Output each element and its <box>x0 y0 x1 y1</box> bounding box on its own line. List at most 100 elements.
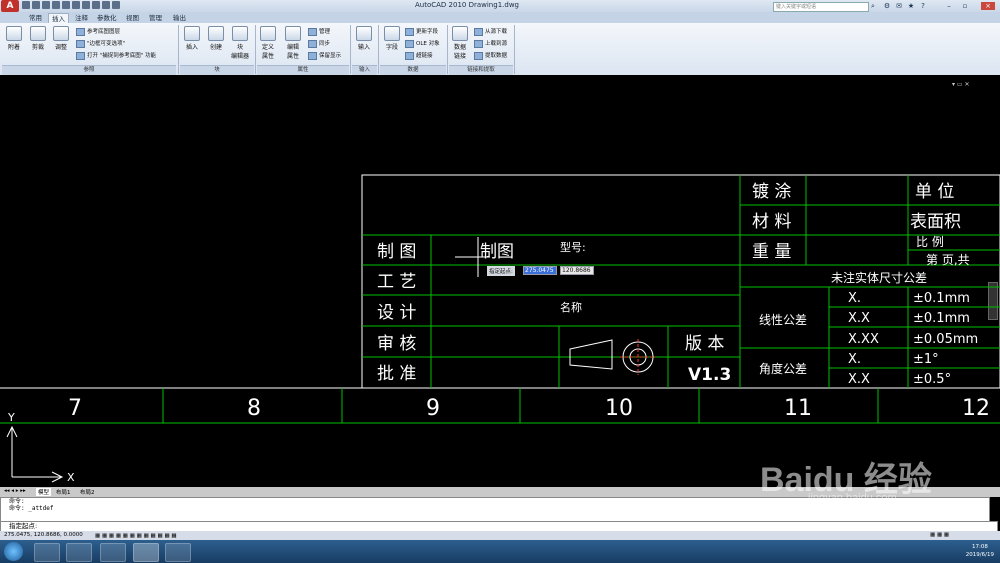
dynamic-input-prompt: 指定起点: <box>487 266 515 276</box>
snap-icon <box>76 51 85 60</box>
manage-attributes-button[interactable]: 管理 <box>308 27 330 36</box>
group-link-label: 链接和提取 <box>449 65 513 75</box>
ruler-number: 10 <box>605 396 633 421</box>
draw-attribute-text[interactable]: 制图 <box>480 242 514 262</box>
lin-tol-2-val: ±0.05mm <box>913 332 978 347</box>
update-field-button[interactable]: 更新字段 <box>405 27 438 36</box>
lin-tol-2-key: X.XX <box>848 332 879 347</box>
command-history-line: 命令: _attdef <box>9 505 54 512</box>
label-model: 型号: <box>560 240 586 254</box>
media-player-icon[interactable] <box>66 543 92 562</box>
download-source-button[interactable]: 从源下载 <box>474 27 507 36</box>
explorer-icon[interactable] <box>100 543 126 562</box>
tab-model[interactable]: 模型 <box>36 488 52 496</box>
subscription-icon[interactable]: ⚙ <box>883 2 891 10</box>
divider <box>514 25 515 74</box>
group-attributes-label: 属性 <box>257 65 349 75</box>
label-design: 设 计 <box>377 303 416 323</box>
clock-date: 2019/6/19 <box>965 552 994 558</box>
version-value: V1.3 <box>688 365 731 385</box>
tab-output[interactable]: 输出 <box>170 13 189 23</box>
favorites-icon[interactable]: ★ <box>907 2 915 10</box>
app-menu-button[interactable]: A <box>1 0 19 12</box>
ucs-y-label: Y <box>7 411 15 424</box>
ang-tol-0-val: ±1° <box>913 352 939 367</box>
app-taskbar-icon[interactable] <box>165 543 191 562</box>
field-button[interactable]: 字段 <box>382 26 402 51</box>
data-link-icon <box>452 26 468 41</box>
edit-attribute-button[interactable]: 编辑 属性 <box>283 26 303 60</box>
define-attribute-button[interactable]: 定义 属性 <box>258 26 278 60</box>
block-editor-icon <box>232 26 248 41</box>
label-surface-area: 表面积 <box>910 212 961 232</box>
ole-icon <box>405 39 414 48</box>
tab-annotate[interactable]: 注释 <box>72 13 91 23</box>
create-block-button[interactable]: 创建 <box>206 26 226 51</box>
edit-attribute-icon <box>285 26 301 41</box>
label-review: 审 核 <box>377 334 416 354</box>
ruler-number: 12 <box>962 396 990 421</box>
upload-icon <box>474 39 483 48</box>
underlay-layers-button[interactable]: 参考底图图层 <box>76 27 120 36</box>
upload-source-button[interactable]: 上载到源 <box>474 39 507 48</box>
ie-icon[interactable] <box>34 543 60 562</box>
quick-access-toolbar[interactable] <box>22 1 122 11</box>
divider <box>378 25 379 74</box>
comm-center-icon[interactable]: ✉ <box>895 2 903 10</box>
attach-button[interactable]: 附着 <box>4 26 24 51</box>
adjust-icon <box>53 26 69 41</box>
ang-tol-1-key: X.X <box>848 372 870 387</box>
insert-block-button[interactable]: 插入 <box>182 26 202 51</box>
adjust-button[interactable]: 调整 <box>51 26 71 51</box>
tab-parametric[interactable]: 参数化 <box>94 13 120 23</box>
title-bar: A AutoCAD 2010 Drawing1.dwg 键入关键字或短语 ⌕ ⚙… <box>0 0 1000 12</box>
sync-attributes-button[interactable]: 同步 <box>308 39 330 48</box>
layers-icon <box>76 27 85 36</box>
extract-data-button[interactable]: 提取数据 <box>474 51 507 60</box>
autocad-taskbar-icon[interactable] <box>133 543 159 562</box>
help-icon[interactable]: ? <box>919 2 927 10</box>
clip-button[interactable]: 剪裁 <box>28 26 48 51</box>
hyperlink-button[interactable]: 超链接 <box>405 51 433 60</box>
tab-layout1[interactable]: 布局1 <box>56 488 71 496</box>
lin-tol-1-val: ±0.1mm <box>913 311 970 326</box>
tab-view[interactable]: 视图 <box>123 13 142 23</box>
block-editor-button[interactable]: 块编辑器 <box>229 26 251 60</box>
lin-tol-1-key: X.X <box>848 311 870 326</box>
group-import-label: 输入 <box>352 65 377 75</box>
label-unit: 单 位 <box>915 182 954 202</box>
ucs-icon <box>6 425 64 483</box>
tab-nav-arrows[interactable]: ◂◂ ◂ ▸ ▸▸ <box>4 488 26 494</box>
frame-variable-dropdown[interactable]: "边框可变选项" <box>76 39 125 48</box>
search-input[interactable]: 键入关键字或短语 <box>773 2 869 12</box>
keep-display-dropdown[interactable]: 保留显示 <box>308 51 341 60</box>
maximize-icon[interactable]: ▫ <box>961 2 969 10</box>
group-block-label: 块 <box>180 65 254 75</box>
workspace-switcher[interactable]: ▦ ▦ ▦ <box>930 531 949 540</box>
dynamic-input-y[interactable]: 120.8686 <box>560 266 594 275</box>
coordinate-display: 275.0475, 120.8686, 0.0000 <box>4 532 83 538</box>
tab-layout2[interactable]: 布局2 <box>80 488 95 496</box>
extract-icon <box>474 51 483 60</box>
ruler-number: 9 <box>426 396 440 421</box>
minimize-icon[interactable]: – <box>945 2 953 10</box>
ang-tol-1-val: ±0.5° <box>913 372 951 387</box>
dynamic-input-x[interactable]: 275.0475 <box>523 266 557 275</box>
snap-underlay-dropdown[interactable]: 打开 "捕捉到参考底图" 功能 <box>76 51 156 60</box>
display-icon <box>308 51 317 60</box>
close-icon[interactable]: × <box>981 2 995 10</box>
ole-object-button[interactable]: OLE 对象 <box>405 39 440 48</box>
attach-icon <box>6 26 22 41</box>
tab-manage[interactable]: 管理 <box>146 13 165 23</box>
tab-home[interactable]: 常用 <box>26 13 45 23</box>
start-button[interactable] <box>4 542 23 561</box>
drawing-canvas[interactable]: ▾ ▭ ✕ 镀 涂 材 料 重 量 单 位 表面积 制 图 工 艺 设 计 审 … <box>0 75 1000 487</box>
insert-icon <box>184 26 200 41</box>
data-link-button[interactable]: 数据 链接 <box>450 26 470 60</box>
ang-tol-0-key: X. <box>848 352 861 367</box>
import-button[interactable]: 输入 <box>354 26 374 51</box>
label-linear-tolerance: 线性公差 <box>759 313 807 327</box>
search-icon[interactable]: ⌕ <box>869 2 877 10</box>
drawing-svg[interactable]: 镀 涂 材 料 重 量 单 位 表面积 制 图 工 艺 设 计 审 核 批 准 … <box>0 75 1000 487</box>
system-clock: 17:08 2019/6/19 <box>966 543 994 559</box>
